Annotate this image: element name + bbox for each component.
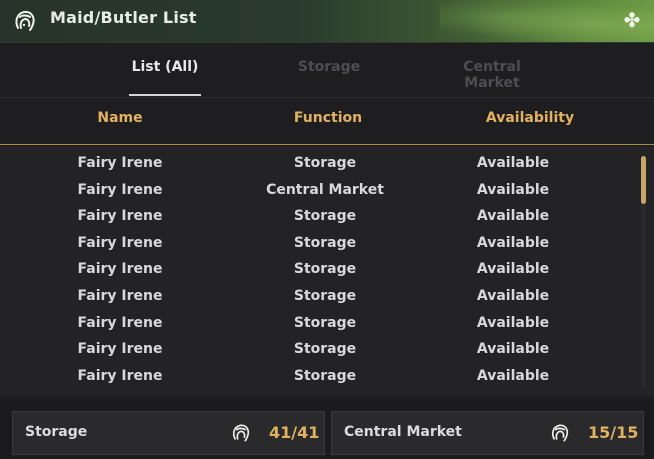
table-row[interactable]: Fairy Irene Storage Available bbox=[0, 256, 630, 282]
maid-icon bbox=[15, 10, 35, 31]
row-name: Fairy Irene bbox=[77, 261, 163, 277]
table-header: Name Function Availability bbox=[0, 98, 654, 145]
row-function: Storage bbox=[293, 235, 357, 251]
maid-butler-window: Maid/Butler List ✤ List (All) Storage Ce… bbox=[0, 0, 654, 459]
table-row[interactable]: Fairy Irene Storage Available bbox=[0, 336, 630, 362]
row-function: Storage bbox=[293, 261, 357, 277]
row-availability: Available bbox=[476, 288, 550, 304]
footer: Storage 41/41 Central Market 15/15 bbox=[0, 398, 654, 459]
row-availability: Available bbox=[476, 368, 550, 384]
row-name: Fairy Irene bbox=[77, 208, 163, 224]
row-availability: Available bbox=[476, 182, 550, 198]
row-availability: Available bbox=[476, 155, 550, 171]
row-function: Storage bbox=[293, 341, 357, 357]
row-function: Storage bbox=[293, 368, 357, 384]
tab-central-market[interactable]: Central Market bbox=[436, 59, 548, 91]
row-availability: Available bbox=[476, 208, 550, 224]
storage-summary-label: Storage bbox=[25, 424, 88, 440]
table-row[interactable]: Fairy Irene Storage Available bbox=[0, 150, 630, 176]
tab-storage[interactable]: Storage bbox=[296, 59, 362, 75]
central-market-summary-label: Central Market bbox=[344, 424, 462, 440]
row-name: Fairy Irene bbox=[77, 182, 163, 198]
column-header-name[interactable]: Name bbox=[60, 110, 180, 126]
window-title: Maid/Butler List bbox=[50, 8, 197, 27]
table-row[interactable]: Fairy Irene Storage Available bbox=[0, 310, 630, 336]
row-function: Storage bbox=[293, 288, 357, 304]
central-market-summary: Central Market 15/15 bbox=[331, 411, 644, 455]
maid-icon bbox=[551, 424, 569, 442]
row-availability: Available bbox=[476, 315, 550, 331]
row-name: Fairy Irene bbox=[77, 341, 163, 357]
row-name: Fairy Irene bbox=[77, 315, 163, 331]
row-name: Fairy Irene bbox=[77, 368, 163, 384]
active-tab-indicator bbox=[129, 94, 201, 96]
column-header-availability[interactable]: Availability bbox=[470, 110, 590, 126]
row-name: Fairy Irene bbox=[77, 288, 163, 304]
row-function: Storage bbox=[293, 315, 357, 331]
title-bar[interactable]: Maid/Butler List ✤ bbox=[0, 0, 654, 43]
table-row[interactable]: Fairy Irene Storage Available bbox=[0, 283, 630, 309]
column-header-function[interactable]: Function bbox=[268, 110, 388, 126]
row-function: Storage bbox=[293, 155, 357, 171]
row-name: Fairy Irene bbox=[77, 155, 163, 171]
table-row[interactable]: Fairy Irene Central Market Available bbox=[0, 177, 630, 203]
row-function: Storage bbox=[293, 208, 357, 224]
row-availability: Available bbox=[476, 341, 550, 357]
tab-bar: List (All) Storage Central Market bbox=[0, 43, 654, 98]
tab-list-all[interactable]: List (All) bbox=[130, 59, 200, 75]
row-name: Fairy Irene bbox=[77, 235, 163, 251]
row-availability: Available bbox=[476, 235, 550, 251]
storage-summary: Storage 41/41 bbox=[12, 411, 325, 455]
row-function: Central Market bbox=[266, 182, 384, 198]
row-availability: Available bbox=[476, 261, 550, 277]
clover-icon[interactable]: ✤ bbox=[620, 8, 644, 32]
table-row[interactable]: Fairy Irene Storage Available bbox=[0, 230, 630, 256]
scrollbar-thumb[interactable] bbox=[641, 156, 646, 204]
central-market-count: 15/15 bbox=[588, 423, 639, 442]
storage-count: 41/41 bbox=[269, 423, 320, 442]
maid-icon bbox=[232, 424, 250, 442]
table-row[interactable]: Fairy Irene Storage Available bbox=[0, 203, 630, 229]
maid-list: Fairy Irene Storage Available Fairy Iren… bbox=[0, 146, 654, 396]
table-row[interactable]: Fairy Irene Storage Available bbox=[0, 363, 630, 389]
